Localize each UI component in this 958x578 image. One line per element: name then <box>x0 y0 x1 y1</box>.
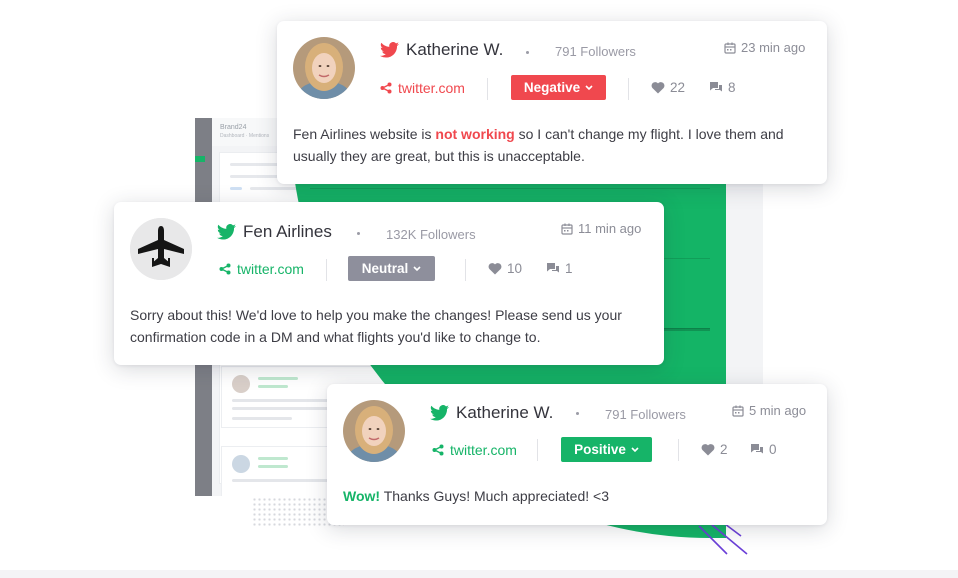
comments-icon <box>710 82 722 92</box>
followers-count: 791 Followers <box>605 407 686 422</box>
mention-text: Fen Airlines website is not working so I… <box>293 126 784 164</box>
airplane-logo-icon <box>130 218 192 280</box>
woman-portrait-icon <box>343 400 405 462</box>
heart-icon <box>488 263 502 275</box>
avatar[interactable] <box>293 37 355 99</box>
divider <box>487 78 488 100</box>
separator-dot <box>526 51 529 54</box>
likes-stat[interactable]: 22 <box>651 80 685 95</box>
share-icon <box>380 82 392 94</box>
comments-count: 0 <box>769 442 777 457</box>
author-name[interactable]: Katherine W. <box>456 403 553 423</box>
heart-icon <box>651 82 665 94</box>
likes-count: 22 <box>670 80 686 95</box>
sentiment-label: Neutral <box>361 261 409 276</box>
share-icon <box>432 444 444 456</box>
highlighted-phrase: Wow! <box>343 488 381 504</box>
source-link[interactable]: twitter.com <box>380 80 465 96</box>
divider <box>465 259 466 281</box>
purple-lines-decoration <box>698 523 748 555</box>
sentiment-label: Positive <box>574 442 626 457</box>
mention-text: Wow! Thanks Guys! Much appreciated! <3 <box>343 488 609 504</box>
background-brand-sub: Dashboard · Mentions <box>220 133 270 139</box>
source-link[interactable]: twitter.com <box>219 261 304 277</box>
likes-count: 2 <box>720 442 728 457</box>
followers-count: 132K Followers <box>386 227 476 242</box>
comments-stat[interactable]: 8 <box>709 80 736 95</box>
sentiment-dropdown[interactable]: Positive <box>561 437 652 462</box>
source-text: twitter.com <box>398 80 465 96</box>
mention-text: Sorry about this! We'd love to help you … <box>130 307 622 345</box>
comments-stat[interactable]: 0 <box>750 442 777 457</box>
divider <box>326 259 327 281</box>
background-sidebar-indicator <box>195 156 205 162</box>
mention-card[interactable]: Fen Airlines 132K Followers 11 min ago t… <box>114 202 664 365</box>
comments-icon <box>751 444 763 454</box>
calendar-icon <box>724 42 736 54</box>
twitter-bird-icon <box>217 224 236 240</box>
source-link[interactable]: twitter.com <box>432 442 517 458</box>
mention-card[interactable]: Katherine W. 791 Followers 23 min ago tw… <box>277 21 827 184</box>
comments-stat[interactable]: 1 <box>546 261 573 276</box>
sentiment-dropdown[interactable]: Negative <box>511 75 606 100</box>
comments-count: 8 <box>728 80 736 95</box>
mention-card[interactable]: Katherine W. 791 Followers 5 min ago twi… <box>327 384 827 525</box>
author-name[interactable]: Fen Airlines <box>243 222 332 242</box>
share-icon <box>219 263 231 275</box>
background-brand-name: Brand24 <box>220 124 247 131</box>
timestamp-text: 11 min ago <box>578 221 642 236</box>
comments-count: 1 <box>565 261 573 276</box>
heart-icon <box>701 444 715 456</box>
twitter-bird-icon <box>380 42 399 58</box>
woman-portrait-icon <box>293 37 355 99</box>
divider <box>678 439 679 461</box>
comments-icon <box>547 263 559 273</box>
separator-dot <box>576 412 579 415</box>
likes-stat[interactable]: 2 <box>701 442 728 457</box>
source-text: twitter.com <box>237 261 304 277</box>
highlighted-phrase: not working <box>435 126 515 142</box>
sentiment-dropdown[interactable]: Neutral <box>348 256 435 281</box>
twitter-bird-icon <box>430 405 449 421</box>
sentiment-label: Negative <box>523 80 581 95</box>
avatar[interactable] <box>130 218 192 280</box>
chevron-down-icon <box>585 84 593 90</box>
chevron-down-icon <box>413 265 421 271</box>
avatar[interactable] <box>343 400 405 462</box>
timestamp-text: 5 min ago <box>749 403 807 418</box>
calendar-icon <box>732 405 744 417</box>
divider <box>628 78 629 100</box>
followers-count: 791 Followers <box>555 44 636 59</box>
author-name[interactable]: Katherine W. <box>406 40 503 60</box>
source-text: twitter.com <box>450 442 517 458</box>
calendar-icon <box>561 223 573 235</box>
timestamp-text: 23 min ago <box>741 40 806 55</box>
likes-stat[interactable]: 10 <box>488 261 522 276</box>
separator-dot <box>357 232 360 235</box>
bottom-band <box>0 570 958 578</box>
chevron-down-icon <box>631 446 639 452</box>
divider <box>537 439 538 461</box>
likes-count: 10 <box>507 261 523 276</box>
